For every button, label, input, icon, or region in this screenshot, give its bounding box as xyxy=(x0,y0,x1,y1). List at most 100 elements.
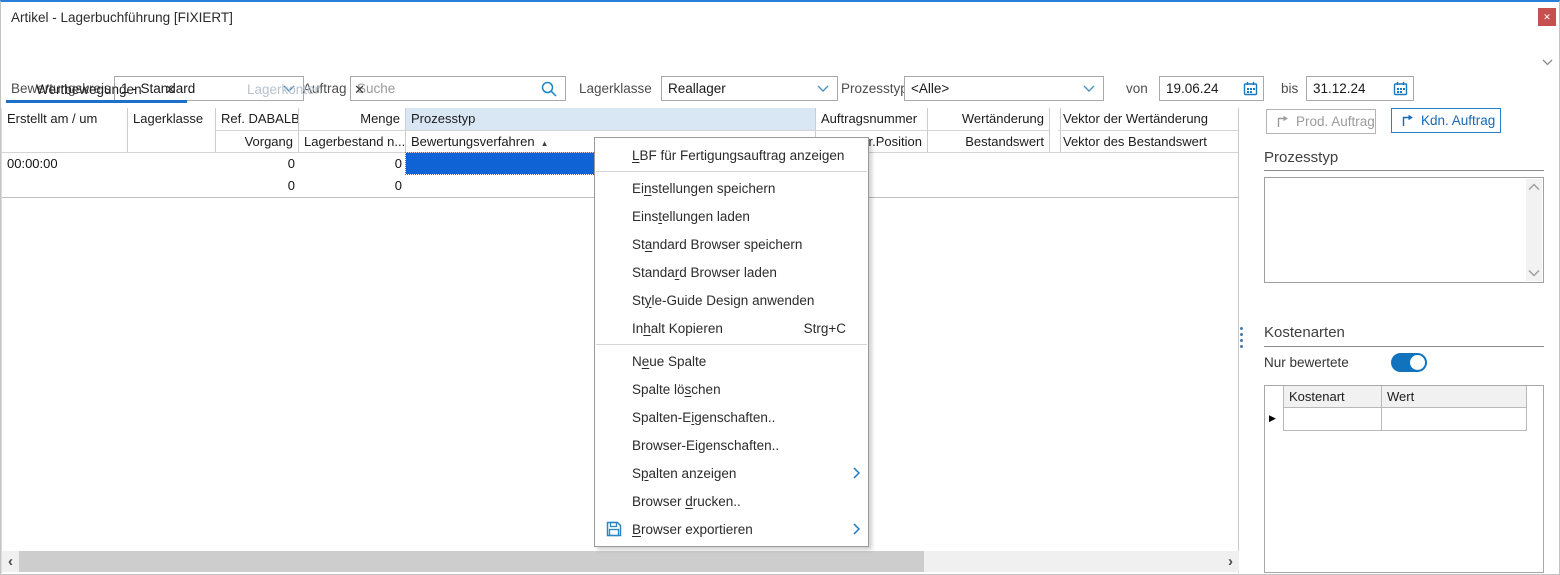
column-header[interactable]: Lagerbestand n... xyxy=(299,130,406,152)
scrollbar-thumb[interactable] xyxy=(19,551,924,572)
prod-auftrag-button[interactable]: Prod. Auftrag xyxy=(1266,109,1376,134)
menu-item-label: LBF für Fertigungsauftrag anzeigen xyxy=(632,148,844,163)
context-menu-item[interactable]: Spalten anzeigen xyxy=(595,459,868,487)
tab-label: Lagerkonten xyxy=(247,82,322,97)
menu-item-label: Browser drucken.. xyxy=(632,494,741,509)
context-menu-item[interactable]: Einstellungen laden xyxy=(595,202,868,230)
context-menu-item[interactable]: Spalten-Eigenschaften.. xyxy=(595,403,868,431)
menu-item-label: Spalten anzeigen xyxy=(632,466,736,481)
menu-item-label: Einstellungen laden xyxy=(632,209,750,224)
current-row-marker-icon: ▶ xyxy=(1269,413,1276,424)
bis-date-field[interactable]: 31.12.24 xyxy=(1306,76,1414,101)
nur-bewertete-label: Nur bewertete xyxy=(1264,355,1349,370)
wert-cell[interactable] xyxy=(1382,408,1527,430)
title-bar: Artikel - Lagerbuchführung [FIXIERT] ✕ xyxy=(1,2,1559,34)
vertical-scrollbar[interactable] xyxy=(1526,179,1542,281)
cell-vorgang[interactable]: 0 xyxy=(216,175,295,197)
column-header[interactable]: Vorgang xyxy=(216,130,299,152)
context-menu-item[interactable]: LBF für Fertigungsauftrag anzeigen xyxy=(595,141,868,169)
column-header[interactable]: Menge xyxy=(299,108,406,130)
tab-close-icon[interactable]: ✕ xyxy=(354,82,365,98)
branch-arrow-icon xyxy=(1401,114,1414,127)
kostenarten-table: Kostenart Wert ▶ xyxy=(1264,385,1544,573)
context-menu-item[interactable]: Browser-Eigenschaften.. xyxy=(595,431,868,459)
menu-separator xyxy=(596,171,867,172)
context-menu-item[interactable]: Browser exportieren xyxy=(595,515,868,543)
context-menu-item[interactable]: Spalte löschen xyxy=(595,375,868,403)
cell-menge[interactable]: 0 xyxy=(299,153,402,175)
tab-close-icon[interactable]: ✕ xyxy=(165,82,176,98)
menu-separator xyxy=(596,344,867,345)
context-menu-item[interactable]: Inhalt KopierenStrg+C xyxy=(595,314,868,342)
lagerklasse-select[interactable]: Reallager xyxy=(661,76,838,101)
menu-item-label: Einstellungen speichern xyxy=(632,181,775,196)
cell-ref-dabalb[interactable]: 0 xyxy=(216,153,295,175)
auftrag-search-input[interactable] xyxy=(350,76,566,101)
menu-item-label: Spalten-Eigenschaften.. xyxy=(632,410,775,425)
lagerklasse-value: Reallager xyxy=(662,81,817,96)
context-menu-item[interactable]: Standard Browser laden xyxy=(595,258,868,286)
column-header[interactable]: Vektor der Wertänderung xyxy=(1058,108,1239,130)
column-header[interactable]: Bestandswert xyxy=(928,130,1050,152)
heading-rule xyxy=(1264,346,1544,347)
floppy-disk-icon xyxy=(605,520,623,538)
cell-lagerbestand[interactable]: 0 xyxy=(299,175,402,197)
menu-item-label: Neue Spalte xyxy=(632,354,706,369)
prozesstyp-listbox[interactable] xyxy=(1264,177,1544,283)
app-window: Artikel - Lagerbuchführung [FIXIERT] ✕ B… xyxy=(0,0,1560,575)
kostenart-cell[interactable] xyxy=(1284,408,1382,430)
kostenarten-heading: Kostenarten xyxy=(1264,324,1345,341)
context-menu-item[interactable]: Browser drucken.. xyxy=(595,487,868,515)
column-header[interactable]: Vektor des Bestandswert xyxy=(1058,130,1239,152)
search-icon[interactable] xyxy=(541,81,558,98)
scroll-up-icon[interactable] xyxy=(1528,183,1540,191)
column-header[interactable]: Auftragsnummer xyxy=(816,108,928,130)
cell-erstellt[interactable]: 00:00:00 xyxy=(7,153,127,175)
wert-column-header[interactable]: Wert xyxy=(1382,386,1527,407)
tab-label: Wertbewegungen xyxy=(36,82,142,97)
kostenart-column-header[interactable]: Kostenart xyxy=(1284,386,1382,407)
tab-lagerkonten[interactable]: Lagerkonten ✕ xyxy=(190,76,379,103)
nur-bewertete-toggle[interactable] xyxy=(1391,353,1427,372)
von-label: von xyxy=(1126,81,1148,96)
scroll-down-icon[interactable] xyxy=(1528,269,1540,277)
tab-wertbewegungen[interactable]: Wertbewegungen ✕ xyxy=(1,76,190,103)
kdn-auftrag-label: Kdn. Auftrag xyxy=(1421,113,1495,128)
prod-auftrag-label: Prod. Auftrag xyxy=(1296,114,1375,129)
row-marker-column xyxy=(1265,386,1284,431)
lagerklasse-label: Lagerklasse xyxy=(579,81,652,96)
prozesstyp-filter-label: Prozesstyp xyxy=(841,81,908,96)
horizontal-scrollbar[interactable]: ‹ › xyxy=(2,551,1239,572)
column-header-prozesstyp[interactable]: Prozesstyp xyxy=(406,108,816,130)
kostenarten-empty-row[interactable] xyxy=(1284,408,1527,431)
von-date-field[interactable]: 19.06.24 xyxy=(1159,76,1264,101)
panel-splitter-handle[interactable] xyxy=(1240,327,1243,348)
menu-item-label: Style-Guide Design anwenden xyxy=(632,293,814,308)
context-menu-item[interactable]: Neue Spalte xyxy=(595,347,868,375)
kdn-auftrag-button[interactable]: Kdn. Auftrag xyxy=(1391,108,1501,133)
branch-arrow-icon xyxy=(1276,115,1289,128)
context-menu-item[interactable]: Style-Guide Design anwenden xyxy=(595,286,868,314)
scroll-left-icon[interactable]: ‹ xyxy=(2,551,19,572)
context-menu-item[interactable]: Standard Browser speichern xyxy=(595,230,868,258)
calendar-icon[interactable] xyxy=(1393,81,1408,96)
column-header[interactable]: Lagerklasse xyxy=(128,108,216,152)
prozesstyp-select[interactable]: <Alle> xyxy=(904,76,1104,101)
chevron-down-icon xyxy=(817,85,829,93)
toggle-knob xyxy=(1410,355,1425,370)
context-menu-item[interactable]: Einstellungen speichern xyxy=(595,174,868,202)
sort-ascending-icon: ▲ xyxy=(541,139,549,148)
tab-bar: Wertbewegungen ✕ Lagerkonten ✕ xyxy=(1,76,379,103)
toolbar-overflow-chevron-icon[interactable] xyxy=(1542,59,1553,66)
submenu-arrow-icon xyxy=(853,523,860,535)
scroll-right-icon[interactable]: › xyxy=(1222,551,1239,572)
chevron-down-icon xyxy=(1083,85,1095,93)
prozesstyp-heading: Prozesstyp xyxy=(1264,149,1338,166)
column-header[interactable]: Erstellt am / um xyxy=(2,108,128,152)
column-header[interactable]: Wertänderung xyxy=(928,108,1050,130)
calendar-icon[interactable] xyxy=(1243,81,1258,96)
submenu-arrow-icon xyxy=(853,467,860,479)
kostenarten-header-row: Kostenart Wert xyxy=(1284,386,1527,408)
close-button[interactable]: ✕ xyxy=(1538,8,1556,26)
column-header[interactable]: Ref. DABALB xyxy=(216,108,299,130)
